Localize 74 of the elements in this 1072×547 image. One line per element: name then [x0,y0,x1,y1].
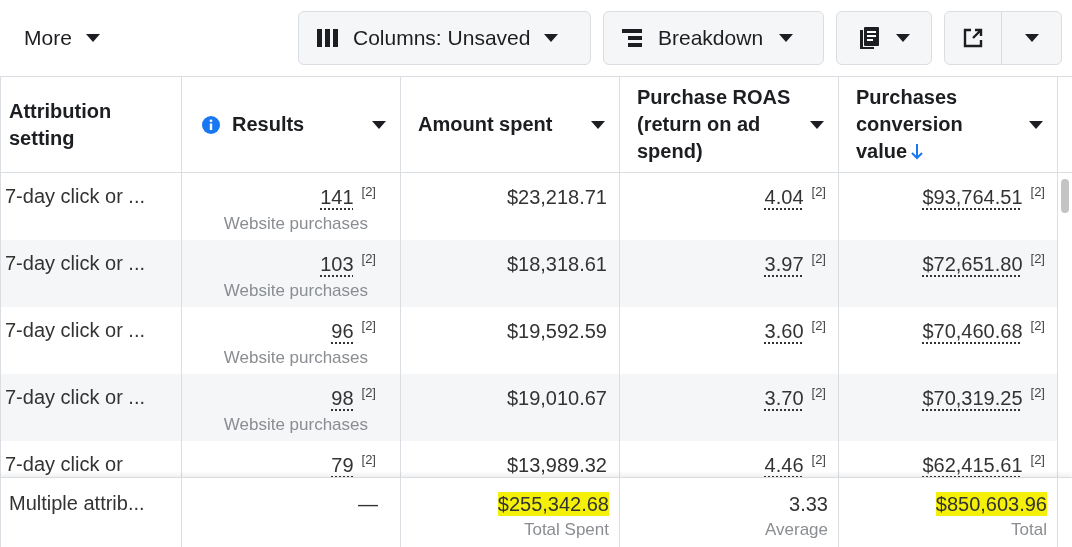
caret-icon [372,120,386,129]
table-cell: $23,218.71 [506,185,607,209]
footnote-mark: [2] [1030,185,1045,199]
breakdown-icon [622,29,642,47]
column-header[interactable]: Purchase ROAS (return on ad spend) [620,77,839,172]
footnote-mark: [2] [361,453,376,467]
footnote-mark: [2] [361,252,376,266]
footnote-mark: [2] [361,386,376,400]
footnote-mark: [2] [811,252,826,266]
table-cell: $19,010.67 [506,386,607,410]
caret-icon [779,34,794,42]
total-label: Multiple attrib... [0,478,182,547]
roas-value: 4.46 [764,453,804,477]
footnote-mark: [2] [1030,319,1045,333]
export-icon [962,27,984,49]
results-value: 79 [331,453,354,477]
conversion-value: $62,415.61 [922,453,1023,477]
results-value: 98 [331,386,354,410]
footnote-mark: [2] [811,319,826,333]
roas-value: 3.60 [764,319,804,343]
table-cell: 7-day click or ... [0,240,182,307]
conversion-value: $72,651.80 [922,252,1023,276]
roas-value: 4.04 [764,185,804,209]
footnote-mark: [2] [1030,453,1045,467]
column-header[interactable]: Purchases conversion value [839,77,1058,172]
table-cell: $13,989.32 [506,453,607,477]
column-header[interactable]: Amount spent [401,77,620,172]
roas-value: 3.97 [764,252,804,276]
conversion-value: $93,764.51 [922,185,1023,209]
table-cell: 7-day click or ... [0,374,182,441]
footnote-mark: [2] [811,185,826,199]
reports-button[interactable] [836,11,932,65]
columns-icon [317,29,339,47]
results-value: 96 [331,319,354,343]
footnote-mark: [2] [361,319,376,333]
caret-icon [810,120,824,129]
breakdown-button[interactable]: Breakdown [603,11,824,65]
result-type: Website purchases [223,214,368,234]
caret-icon [1029,120,1043,129]
footnote-mark: [2] [1030,386,1045,400]
results-value: 141 [320,185,354,209]
caret-icon [544,34,559,42]
column-header[interactable]: Results [182,77,401,172]
document-stack-icon [858,27,880,49]
result-type: Website purchases [223,348,368,368]
caret-icon [1024,34,1039,42]
result-type: Website purchases [223,281,368,301]
footnote-mark: [2] [811,453,826,467]
conversion-value: $70,460.68 [922,319,1023,343]
total-value: 3.33 [789,492,828,516]
export-split-button[interactable] [944,11,1062,65]
caret-icon [896,34,910,42]
sort-down-icon [911,144,924,160]
table-cell: $19,592.59 [506,319,607,343]
footnote-mark: [2] [811,386,826,400]
footnote-mark: [2] [1030,252,1045,266]
total-caption: Average [765,520,828,540]
column-header[interactable]: Attribution setting [0,77,182,172]
results-value: 103 [320,252,354,276]
info-icon [202,115,220,134]
more-button[interactable]: More [12,20,112,56]
total-caption: Total Spent [523,520,609,540]
conversion-value: $70,319.25 [922,386,1023,410]
table-cell: $18,318.61 [506,252,607,276]
result-type: Website purchases [223,415,368,435]
total-value: — [358,492,378,516]
total-value: $255,342.68 [497,492,609,516]
total-caption: Total [1011,520,1047,540]
caret-icon [591,120,605,129]
total-value: $850,603.96 [935,492,1047,516]
caret-icon [85,34,100,42]
columns-button[interactable]: Columns: Unsaved [298,11,591,65]
footnote-mark: [2] [361,185,376,199]
roas-value: 3.70 [764,386,804,410]
